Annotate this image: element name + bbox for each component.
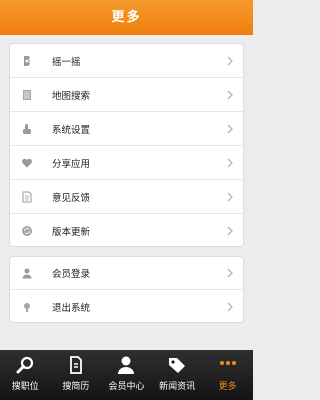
menu-item-label: 版本更新 (52, 227, 91, 238)
tab-search-resumes[interactable]: 搜简历 (51, 350, 102, 400)
menu-item-label: 分享应用 (52, 158, 91, 170)
tab-search-jobs[interactable]: 搜职位 (0, 350, 51, 400)
tab-label: 新闻资讯 (159, 382, 196, 392)
menu-item-settings[interactable]: 系统设置 (10, 112, 243, 146)
menu-item-exit[interactable]: 退出系统 (10, 290, 243, 322)
page-header: 更多 (0, 0, 253, 35)
tab-label: 更多 (218, 382, 237, 392)
tab-news[interactable]: 新闻资讯 (152, 350, 203, 400)
menu-item-update[interactable]: 版本更新 (10, 214, 243, 246)
tab-more[interactable]: 更多 (202, 350, 253, 400)
user-icon (20, 266, 34, 280)
tab-member-center[interactable]: 会员中心 (101, 350, 152, 400)
more-dots-icon (219, 361, 236, 365)
tab-label: 会员中心 (108, 382, 145, 392)
menu-item-share[interactable]: 分享应用 (10, 146, 243, 180)
resume-icon (69, 356, 82, 374)
map-icon (20, 88, 34, 102)
menu-group-account: 会员登录 退出系统 (9, 256, 244, 323)
chevron-right-icon (227, 124, 233, 133)
page-title: 更多 (111, 10, 142, 25)
news-tag-icon (169, 358, 186, 373)
chevron-right-icon (227, 158, 233, 167)
heart-icon (20, 156, 34, 170)
menu-item-label: 会员登录 (52, 269, 91, 280)
chevron-right-icon (227, 90, 233, 99)
chevron-right-icon (227, 56, 233, 65)
chevron-right-icon (227, 226, 233, 236)
tab-label: 搜简历 (62, 382, 90, 392)
settings-icon (20, 122, 34, 136)
menu-group-main: 摇一摇 地图搜索 系统设置 分享应用 意见反馈 版本更新 (9, 43, 244, 247)
exit-icon (20, 300, 34, 314)
member-icon (118, 356, 135, 374)
chevron-right-icon (227, 302, 233, 311)
update-icon (20, 224, 34, 238)
menu-item-label: 意见反馈 (52, 192, 91, 204)
shake-icon (20, 54, 34, 68)
menu-item-label: 地图搜索 (52, 90, 91, 102)
feedback-icon (20, 190, 34, 204)
menu-item-label: 摇一摇 (52, 56, 81, 68)
menu-item-map-search[interactable]: 地图搜索 (10, 78, 243, 112)
bottom-tab-bar: 搜职位 搜简历 会员中心 新闻资讯 更多 (0, 350, 253, 400)
menu-item-member-login[interactable]: 会员登录 (10, 257, 243, 290)
search-icon (16, 356, 34, 374)
tab-label: 搜职位 (11, 382, 39, 392)
menu-item-shake[interactable]: 摇一摇 (10, 44, 243, 78)
menu-item-label: 系统设置 (52, 124, 91, 136)
menu-item-label: 退出系统 (52, 302, 91, 314)
chevron-right-icon (227, 192, 233, 201)
menu-item-feedback[interactable]: 意见反馈 (10, 180, 243, 214)
chevron-right-icon (227, 268, 233, 278)
